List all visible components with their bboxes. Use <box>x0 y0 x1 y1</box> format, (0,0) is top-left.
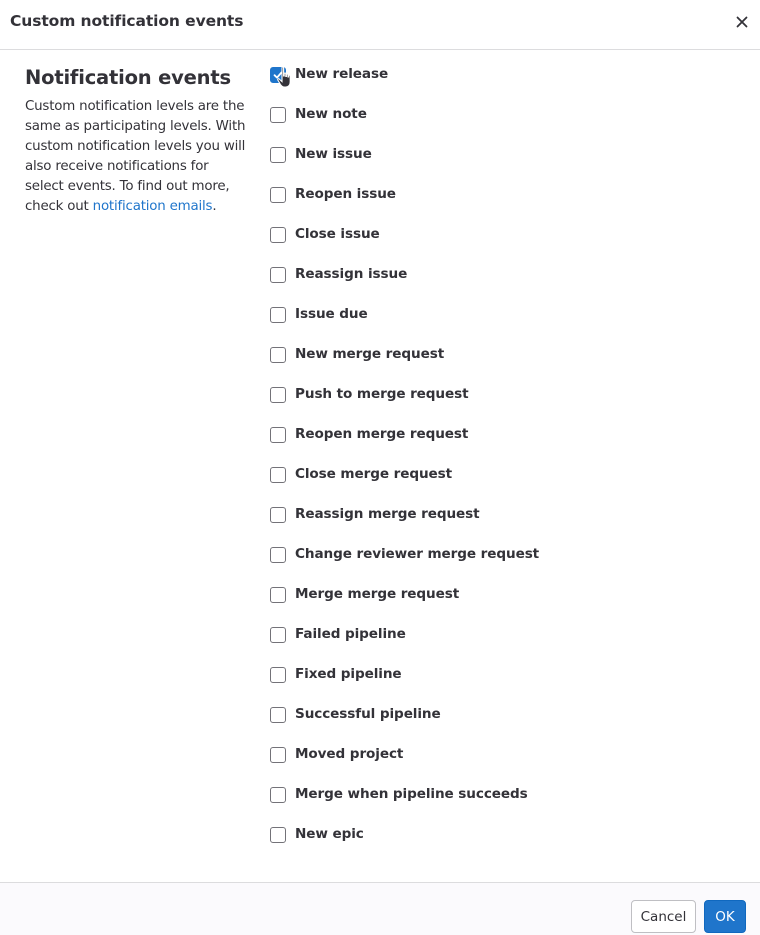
event-label: Moved project <box>295 746 404 762</box>
event-checkbox[interactable] <box>270 627 286 643</box>
event-option[interactable]: Merge merge request <box>270 583 459 605</box>
event-option[interactable]: New merge request <box>270 343 444 365</box>
event-label: New release <box>295 66 389 82</box>
event-option[interactable]: Fixed pipeline <box>270 663 402 685</box>
section-description: Custom notification levels are the same … <box>25 97 250 217</box>
event-label: Fixed pipeline <box>295 666 402 682</box>
event-option[interactable]: Reopen issue <box>270 183 396 205</box>
event-checkbox[interactable] <box>270 427 286 443</box>
event-checkbox[interactable] <box>270 547 286 563</box>
event-checkbox[interactable] <box>270 707 286 723</box>
events-list: New release New note New issue Reopen issue… <box>270 63 740 863</box>
event-checkbox[interactable] <box>270 747 286 763</box>
event-label: Close merge request <box>295 466 453 482</box>
description-suffix: . <box>212 199 217 214</box>
event-row: Fixed pipeline <box>270 663 740 703</box>
sidebar: Notification events Custom notification … <box>25 66 250 217</box>
event-option[interactable]: Change reviewer merge request <box>270 543 539 565</box>
event-option[interactable]: New note <box>270 103 367 125</box>
event-label: New merge request <box>295 346 445 362</box>
event-label: Close issue <box>295 226 380 242</box>
event-option[interactable]: Close issue <box>270 223 380 245</box>
event-checkbox[interactable] <box>270 347 286 363</box>
event-checkbox[interactable] <box>270 827 286 843</box>
event-option[interactable]: Reassign merge request <box>270 503 480 525</box>
event-checkbox[interactable] <box>270 507 286 523</box>
event-row: Reassign issue <box>270 263 740 303</box>
event-label: Merge merge request <box>295 586 460 602</box>
event-row: Close merge request <box>270 463 740 503</box>
event-label: Reopen issue <box>295 186 396 202</box>
modal-body: Notification events Custom notification … <box>0 50 760 882</box>
event-row: Change reviewer merge request <box>270 543 740 583</box>
event-row: Issue due <box>270 303 740 343</box>
event-option[interactable]: Reopen merge request <box>270 423 468 445</box>
ok-button[interactable]: OK <box>704 900 746 933</box>
event-label: Issue due <box>295 306 368 322</box>
event-checkbox[interactable] <box>270 267 286 283</box>
event-label: Change reviewer merge request <box>295 546 540 562</box>
event-checkbox[interactable] <box>270 467 286 483</box>
event-row: Reassign merge request <box>270 503 740 543</box>
event-option[interactable]: New release <box>270 63 388 85</box>
event-row: New release <box>270 63 740 103</box>
event-row: Close issue <box>270 223 740 263</box>
event-label: Failed pipeline <box>295 626 406 642</box>
event-option[interactable]: New epic <box>270 823 364 845</box>
event-option[interactable]: Close merge request <box>270 463 452 485</box>
modal-title: Custom notification events <box>10 12 244 30</box>
event-checkbox[interactable] <box>270 107 286 123</box>
event-checkbox[interactable] <box>270 787 286 803</box>
section-heading: Notification events <box>25 66 231 89</box>
event-checkbox[interactable] <box>270 667 286 683</box>
event-option[interactable]: Failed pipeline <box>270 623 406 645</box>
event-row: Reopen merge request <box>270 423 740 463</box>
event-row: New note <box>270 103 740 143</box>
event-label: Successful pipeline <box>295 706 441 722</box>
event-row: Push to merge request <box>270 383 740 423</box>
event-label: New epic <box>295 826 364 842</box>
event-checkbox[interactable] <box>270 187 286 203</box>
event-row: Successful pipeline <box>270 703 740 743</box>
event-label: New issue <box>295 146 372 162</box>
event-checkbox[interactable] <box>270 227 286 243</box>
event-label: New note <box>295 106 367 122</box>
event-option[interactable]: Reassign issue <box>270 263 407 285</box>
notification-emails-link[interactable]: notification emails <box>93 199 213 214</box>
event-label: Reassign merge request <box>295 506 480 522</box>
event-option[interactable]: Push to merge request <box>270 383 469 405</box>
event-row: New epic <box>270 823 740 863</box>
event-option[interactable]: New issue <box>270 143 372 165</box>
description-text: Custom notification levels are the same … <box>25 99 246 214</box>
event-checkbox[interactable] <box>270 147 286 163</box>
event-label: Merge when pipeline succeeds <box>295 786 528 802</box>
event-option[interactable]: Issue due <box>270 303 368 325</box>
cancel-button[interactable]: Cancel <box>631 900 696 933</box>
close-button[interactable] <box>730 10 754 34</box>
event-row: Failed pipeline <box>270 623 740 663</box>
event-row: Reopen issue <box>270 183 740 223</box>
modal-header: Custom notification events <box>0 0 760 50</box>
event-option[interactable]: Merge when pipeline succeeds <box>270 783 528 805</box>
close-icon <box>736 13 748 32</box>
event-row: New merge request <box>270 343 740 383</box>
event-row: Merge when pipeline succeeds <box>270 783 740 823</box>
event-checkbox[interactable] <box>270 67 286 83</box>
event-option[interactable]: Moved project <box>270 743 403 765</box>
event-row: Moved project <box>270 743 740 783</box>
event-label: Push to merge request <box>295 386 469 402</box>
event-option[interactable]: Successful pipeline <box>270 703 441 725</box>
event-checkbox[interactable] <box>270 307 286 323</box>
event-checkbox[interactable] <box>270 587 286 603</box>
modal-footer: Cancel OK <box>0 882 760 935</box>
event-row: Merge merge request <box>270 583 740 623</box>
event-label: Reassign issue <box>295 266 408 282</box>
event-checkbox[interactable] <box>270 387 286 403</box>
event-row: New issue <box>270 143 740 183</box>
event-label: Reopen merge request <box>295 426 469 442</box>
